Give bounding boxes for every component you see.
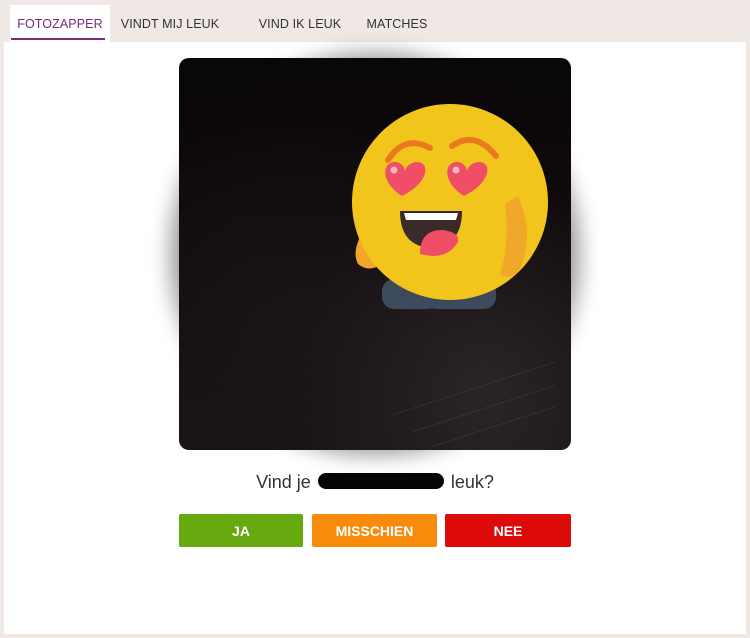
question-suffix: leuk? <box>450 472 494 492</box>
maybe-button[interactable]: MISSCHIEN <box>312 514 437 547</box>
no-button[interactable]: NEE <box>445 514 571 547</box>
heart-eyes-emoji-icon <box>352 104 548 309</box>
tab-vindt-mij-leuk[interactable]: VINDT MIJ LEUK <box>116 5 224 42</box>
tab-vind-ik-leuk[interactable]: VIND IK LEUK <box>254 5 346 42</box>
match-question: Vind je leuk? <box>0 472 750 493</box>
tab-bar: FOTOZAPPER VINDT MIJ LEUK VIND IK LEUK M… <box>0 0 750 42</box>
yes-button[interactable]: JA <box>179 514 303 547</box>
tab-fotozapper[interactable]: FOTOZAPPER <box>10 5 110 42</box>
tab-matches[interactable]: MATCHES <box>360 5 434 42</box>
redacted-username <box>317 473 444 490</box>
question-prefix: Vind je <box>256 472 311 492</box>
